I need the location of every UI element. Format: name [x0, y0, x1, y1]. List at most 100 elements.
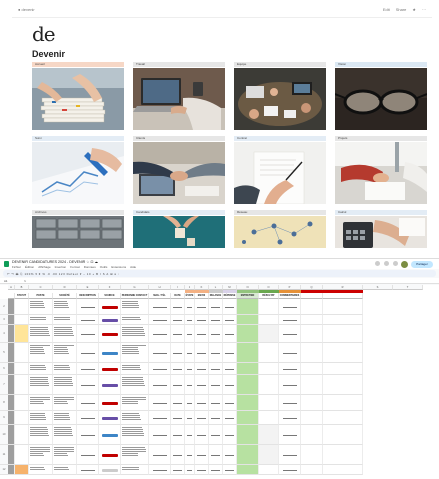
table-cell[interactable] — [15, 363, 29, 375]
table-cell[interactable] — [209, 411, 223, 425]
table-cell[interactable] — [259, 465, 279, 475]
table-cell[interactable] — [209, 325, 223, 343]
table-cell[interactable] — [195, 395, 209, 411]
table-cell[interactable] — [121, 395, 149, 411]
table-cell[interactable] — [171, 425, 185, 445]
table-cell[interactable] — [8, 299, 15, 315]
table-cell[interactable] — [279, 395, 301, 411]
table-cell[interactable] — [323, 375, 363, 395]
table-cell[interactable] — [15, 325, 29, 343]
table-cell[interactable] — [237, 375, 259, 395]
table-cell[interactable] — [237, 411, 259, 425]
row-number[interactable]: 2 — [0, 299, 8, 315]
table-cell[interactable] — [29, 375, 53, 395]
menu-item[interactable]: Affichage — [38, 265, 50, 269]
table-cell[interactable] — [77, 411, 99, 425]
comment-icon[interactable] — [384, 261, 389, 266]
column-header[interactable]: A — [8, 285, 15, 290]
status-chip[interactable] — [102, 401, 118, 405]
table-cell[interactable] — [185, 465, 195, 475]
table-cell[interactable] — [223, 343, 237, 363]
table-cell[interactable] — [15, 445, 29, 465]
table-cell[interactable] — [195, 465, 209, 475]
table-cell[interactable] — [185, 445, 195, 465]
table-cell[interactable] — [77, 375, 99, 395]
menu-item[interactable]: Insertion — [55, 265, 67, 269]
table-cell[interactable] — [8, 363, 15, 375]
row-number[interactable]: 10 — [0, 425, 8, 445]
table-cell[interactable] — [223, 375, 237, 395]
table-cell[interactable] — [223, 445, 237, 465]
table-cell[interactable] — [223, 411, 237, 425]
table-cell[interactable] — [77, 363, 99, 375]
table-cell[interactable] — [301, 363, 323, 375]
table-cell[interactable] — [185, 315, 195, 325]
table-cell[interactable] — [8, 465, 15, 475]
table-cell[interactable] — [171, 325, 185, 343]
table-cell[interactable] — [323, 363, 363, 375]
table-cell[interactable] — [195, 363, 209, 375]
table-cell[interactable] — [53, 299, 77, 315]
table-cell[interactable] — [195, 315, 209, 325]
column-header[interactable]: B — [15, 285, 29, 290]
table-cell[interactable] — [77, 299, 99, 315]
table-cell[interactable] — [121, 445, 149, 465]
table-cell[interactable] — [323, 411, 363, 425]
table-cell[interactable] — [259, 315, 279, 325]
table-cell[interactable] — [223, 395, 237, 411]
more-icon[interactable]: ··· — [422, 7, 426, 12]
table-cell[interactable] — [185, 343, 195, 363]
row-number[interactable]: 12 — [0, 465, 8, 475]
meet-icon[interactable] — [393, 261, 398, 266]
table-cell[interactable] — [223, 325, 237, 343]
row-number[interactable]: 4 — [0, 325, 8, 343]
menu-item[interactable]: Fichier — [12, 265, 21, 269]
breadcrumb[interactable]: ● devenir — [18, 7, 35, 12]
table-cell[interactable] — [149, 465, 171, 475]
table-cell[interactable] — [195, 299, 209, 315]
table-cell[interactable] — [171, 375, 185, 395]
table-cell[interactable] — [8, 375, 15, 395]
table-cell[interactable] — [77, 465, 99, 475]
table-cell[interactable] — [53, 325, 77, 343]
table-cell[interactable] — [237, 363, 259, 375]
table-cell[interactable] — [301, 395, 323, 411]
table-cell[interactable] — [301, 465, 323, 475]
table-cell[interactable] — [29, 395, 53, 411]
menu-item[interactable]: Édition — [25, 265, 34, 269]
table-cell[interactable] — [8, 425, 15, 445]
avatar[interactable] — [401, 260, 408, 268]
menu-item[interactable]: Format — [70, 265, 80, 269]
table-cell[interactable] — [185, 325, 195, 343]
table-cell[interactable] — [185, 411, 195, 425]
table-cell[interactable] — [171, 465, 185, 475]
table-cell[interactable] — [53, 465, 77, 475]
status-chip[interactable] — [102, 383, 118, 387]
table-cell[interactable] — [185, 299, 195, 315]
table-cell[interactable] — [237, 299, 259, 315]
table-cell[interactable] — [149, 343, 171, 363]
table-cell[interactable] — [279, 411, 301, 425]
gallery-card[interactable]: Accueil — [32, 62, 124, 130]
table-cell[interactable] — [53, 425, 77, 445]
table-cell[interactable] — [259, 325, 279, 343]
table-cell[interactable] — [323, 395, 363, 411]
table-cell[interactable] — [29, 465, 53, 475]
table-cell[interactable] — [15, 465, 29, 475]
table-cell[interactable] — [15, 411, 29, 425]
table-cell[interactable] — [223, 465, 237, 475]
table-cell[interactable] — [195, 325, 209, 343]
table-cell[interactable] — [77, 395, 99, 411]
gallery-card[interactable]: Travail — [133, 62, 225, 130]
table-cell[interactable] — [323, 299, 363, 315]
table-cell[interactable] — [149, 363, 171, 375]
row-number[interactable]: 7 — [0, 375, 8, 395]
table-cell[interactable] — [29, 343, 53, 363]
table-cell[interactable] — [171, 343, 185, 363]
table-cell[interactable] — [195, 411, 209, 425]
table-cell[interactable] — [29, 325, 53, 343]
favorite-icon[interactable]: ★ — [412, 7, 416, 12]
row-number[interactable]: 9 — [0, 411, 8, 425]
table-cell[interactable] — [29, 315, 53, 325]
column-header[interactable]: T — [393, 285, 423, 290]
